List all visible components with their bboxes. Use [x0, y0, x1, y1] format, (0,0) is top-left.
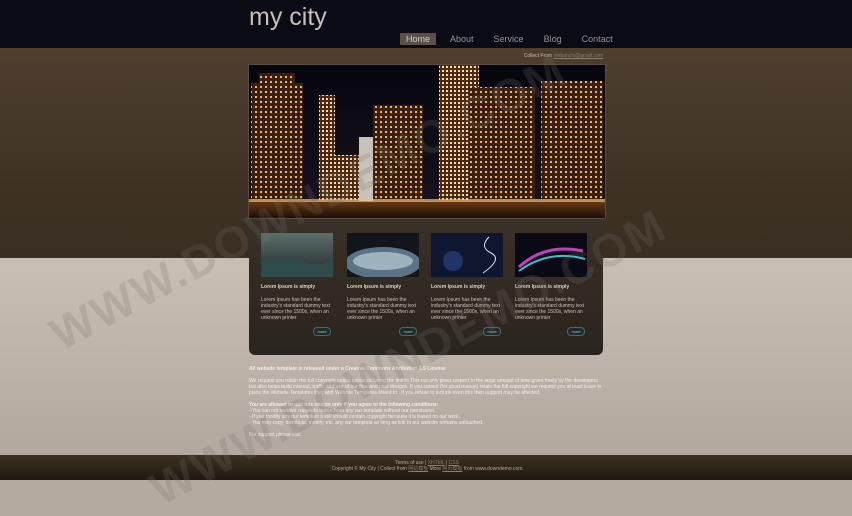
card-title: Lorem Ipsum is simply: [431, 284, 486, 290]
support-text: For support please visit: [249, 432, 301, 438]
more-button[interactable]: more: [483, 327, 501, 336]
licence-paragraph: We request you retain the full copyright…: [249, 378, 602, 396]
nav-about[interactable]: About: [444, 33, 480, 45]
site-title: my city: [249, 3, 327, 31]
card-body: Lorem Ipsum has been the industry's stan…: [515, 297, 585, 321]
template-link[interactable]: 网站模板: [408, 466, 428, 472]
city-banner-image: [248, 64, 606, 219]
more-button[interactable]: more: [399, 327, 417, 336]
card-body: Lorem Ipsum has been the industry's stan…: [347, 297, 417, 321]
nav-contact[interactable]: Contact: [576, 33, 619, 45]
features-panel: Lorem Ipsum is simply Lorem Ipsum has be…: [249, 219, 603, 355]
card-title: Lorem Ipsum is simply: [515, 284, 570, 290]
footer: Terms of use | XHTML | CSS Copyright © M…: [249, 460, 605, 472]
footer-more-text: More: [429, 466, 442, 472]
card-title: Lorem Ipsum is simply: [347, 284, 402, 290]
copyright-text: Copyright © My City | Collect from: [331, 466, 407, 472]
licence-section: All website template is released under a…: [249, 366, 605, 438]
card-thumbnail-image: [515, 233, 587, 277]
card-body: Lorem Ipsum has been the industry's stan…: [431, 297, 501, 321]
main-nav: Home About Service Blog Contact: [400, 33, 627, 45]
more-button[interactable]: more: [567, 327, 585, 336]
collect-link[interactable]: mobanchi@gmail.com: [553, 53, 603, 59]
card-body: Lorem Ipsum has been the industry's stan…: [261, 297, 331, 321]
card-title: Lorem Ipsum is simply: [261, 284, 316, 290]
feature-card: Lorem Ipsum is simply Lorem Ipsum has be…: [431, 233, 503, 343]
collect-from: Collect From mobanchi@gmail.com: [449, 53, 603, 59]
nav-service[interactable]: Service: [488, 33, 530, 45]
condition-item: - You may copy, distribute, modify, etc.…: [249, 420, 484, 426]
web-template-link[interactable]: 网页模板: [442, 466, 462, 472]
nav-blog[interactable]: Blog: [538, 33, 568, 45]
night-city-illustration: [249, 65, 605, 218]
feature-card: Lorem Ipsum is simply Lorem Ipsum has be…: [347, 233, 419, 343]
card-thumbnail-image: [261, 233, 333, 277]
more-button[interactable]: more: [313, 327, 331, 336]
nav-home[interactable]: Home: [400, 33, 437, 45]
feature-card: Lorem Ipsum is simply Lorem Ipsum has be…: [261, 233, 333, 343]
card-thumbnail-image: [347, 233, 419, 277]
footer-source-text: from www.downdemo.com: [463, 466, 523, 472]
card-thumbnail-image: [431, 233, 503, 277]
footer-line-2: Copyright © My City | Collect from 网站模板 …: [249, 466, 605, 472]
feature-card: Lorem Ipsum is simply Lorem Ipsum has be…: [515, 233, 587, 343]
licence-heading: All website template is released under a…: [249, 366, 446, 372]
collect-label: Collect From: [523, 53, 553, 59]
